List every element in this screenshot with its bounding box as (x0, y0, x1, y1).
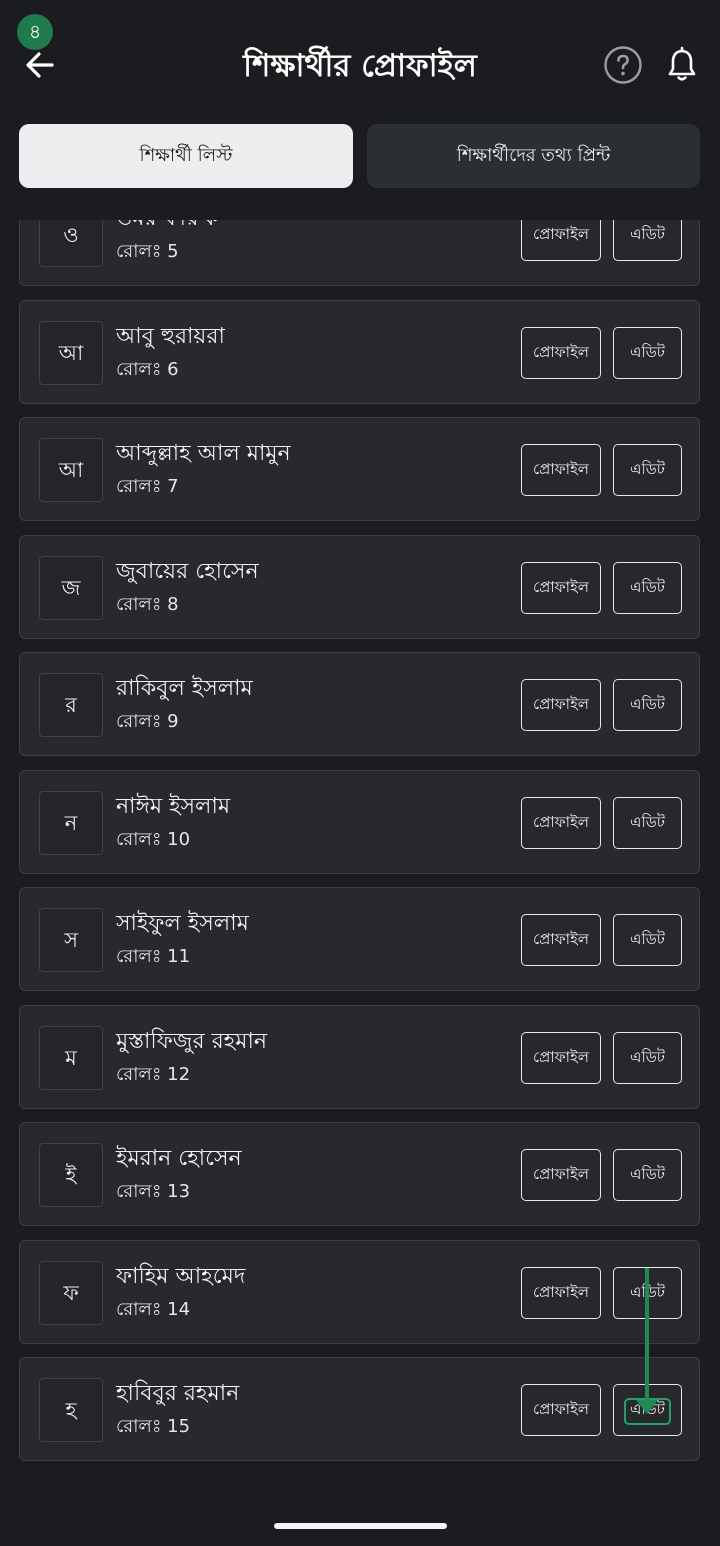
student-initial-avatar: স (39, 908, 103, 972)
profile-button[interactable]: প্রোফাইল (521, 1384, 601, 1436)
edit-button[interactable]: এডিট (613, 679, 682, 731)
step-number-badge: ৪ (17, 14, 53, 50)
notification-button[interactable] (662, 45, 702, 85)
student-initial-avatar: ফ (39, 1260, 103, 1325)
edit-button[interactable]: এডিট (613, 220, 682, 261)
profile-button[interactable]: প্রোফাইল (521, 796, 601, 849)
student-name: ফাহিম আহমেদ (116, 1263, 246, 1289)
student-name: নাঈম ইসলাম (116, 793, 231, 819)
edit-button[interactable]: এডিট (613, 914, 682, 966)
student-initial-avatar: আ (39, 320, 103, 385)
edit-button[interactable]: এডিট (613, 1149, 682, 1201)
student-roll: রোলঃ 7 (116, 476, 179, 497)
student-roll: রোলঃ 13 (116, 1181, 191, 1202)
student-card: জ জুবায়ের হোসেন রোলঃ 8 প্রোফাইল এডিট (19, 534, 700, 639)
student-card: স সাইফুল ইসলাম রোলঃ 11 প্রোফাইল এডিট (19, 887, 700, 991)
arrow-left-icon (26, 52, 54, 78)
annotation-arrow (645, 1268, 649, 1408)
profile-button[interactable]: প্রোফাইল (521, 561, 601, 614)
profile-button[interactable]: প্রোফাইল (521, 220, 601, 261)
student-name: জুবায়ের হোসেন (116, 558, 259, 584)
student-roll: রোলঃ 10 (116, 828, 191, 850)
student-card: ও ওমর ফারুক রোলঃ 5 প্রোফাইল এডিট (19, 220, 700, 286)
bell-icon (668, 46, 696, 81)
student-card: ন নাঈম ইসলাম রোলঃ 10 প্রোফাইল এডিট (19, 769, 700, 874)
tab-student-list[interactable]: শিক্ষার্থী লিস্ট (19, 124, 353, 188)
student-card: আ আবু হুরায়রা রোলঃ 6 প্রোফাইল এডিট (19, 299, 700, 404)
annotation-arrow-head (636, 1400, 658, 1414)
student-card: ফফাহিম আহমেদরোলঃ 14প্রোফাইলএডিট (19, 1239, 700, 1344)
student-roll: রোলঃ 5 (116, 241, 179, 262)
student-card: আ আব্দুল্লাহ আল মামুন রোলঃ 7 প্রোফাইল এডিট (19, 417, 700, 521)
edit-button[interactable]: এডিট (613, 1031, 682, 1084)
student-initial-avatar: আ (39, 438, 103, 502)
student-initial-avatar: র (39, 673, 103, 737)
student-card: ই ইমরান হোসেন রোলঃ 13 প্রোফাইল এডিট (19, 1122, 700, 1226)
back-button[interactable] (20, 46, 60, 86)
help-button[interactable] (603, 45, 643, 85)
question-circle-icon (604, 46, 642, 84)
student-initial-avatar: ও (39, 220, 103, 267)
student-name: রাকিবুল ইসলাম (116, 676, 253, 701)
profile-button[interactable]: প্রোফাইল (521, 444, 601, 496)
student-name: আবু হুরায়রা (116, 323, 225, 349)
student-name: ইমরান হোসেন (116, 1146, 242, 1171)
profile-button[interactable]: প্রোফাইল (521, 326, 601, 379)
student-name: আব্দুল্লাহ আল মামুন (116, 441, 291, 466)
edit-button[interactable]: এডিট (613, 561, 682, 614)
profile-button[interactable]: প্রোফাইল (521, 1266, 601, 1319)
screen: ৪ শিক্ষার্থীর প্রোফাইল শিক্ষার্থী লিস্ট … (0, 0, 720, 1546)
profile-button[interactable]: প্রোফাইল (521, 914, 601, 966)
student-name: ওমর ফারুক (116, 220, 218, 238)
home-indicator[interactable] (274, 1523, 447, 1529)
student-name: হাবিবুর রহমান (116, 1381, 240, 1406)
student-card: র রাকিবুল ইসলাম রোলঃ 9 প্রোফাইল এডিট (19, 652, 700, 756)
student-card: ম মুস্তাফিজুর রহমান রোলঃ 12 প্রোফাইল এডিট (19, 1004, 700, 1109)
student-roll: রোলঃ 12 (116, 1063, 191, 1085)
student-list[interactable]: ওওমর ফারুকরোলঃ 5প্রোফাইলএডিটআআবু হুরায়র… (0, 220, 720, 1500)
student-roll: রোলঃ 6 (116, 358, 179, 380)
student-initial-avatar: হ (39, 1378, 103, 1442)
student-roll: রোলঃ 11 (116, 946, 191, 967)
edit-button[interactable]: এডিট (613, 444, 682, 496)
student-initial-avatar: ন (39, 790, 103, 855)
student-name: মুস্তাফিজুর রহমান (116, 1028, 267, 1054)
edit-button[interactable]: এডিট (613, 796, 682, 849)
student-initial-avatar: ম (39, 1025, 103, 1090)
student-card: হ হাবিবুর রহমান রোলঃ 15 প্রোফাইল এডিট (19, 1357, 700, 1461)
edit-button[interactable]: এডিট (613, 326, 682, 379)
student-initial-avatar: জ (39, 555, 103, 620)
student-initial-avatar: ই (39, 1143, 103, 1207)
page-title: শিক্ষার্থীর প্রোফাইল (243, 48, 477, 84)
student-roll: রোলঃ 14 (116, 1298, 191, 1320)
profile-button[interactable]: প্রোফাইল (521, 1031, 601, 1084)
profile-button[interactable]: প্রোফাইল (521, 679, 601, 731)
student-name: সাইফুল ইসলাম (116, 911, 249, 936)
profile-button[interactable]: প্রোফাইল (521, 1149, 601, 1201)
student-roll: রোলঃ 9 (116, 711, 179, 732)
student-roll: রোলঃ 8 (116, 593, 179, 615)
student-roll: রোলঃ 15 (116, 1416, 191, 1437)
tab-print-student-info[interactable]: শিক্ষার্থীদের তথ্য প্রিন্ট (367, 124, 700, 188)
